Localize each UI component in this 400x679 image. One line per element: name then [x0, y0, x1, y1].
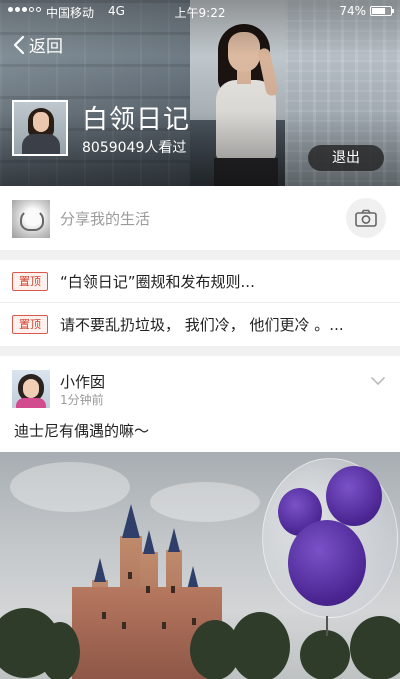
- group-avatar[interactable]: [12, 100, 68, 156]
- back-button[interactable]: 返回: [12, 32, 63, 57]
- share-placeholder[interactable]: 分享我的生活: [60, 208, 150, 229]
- pinned-post-row[interactable]: 置顶 “白领日记”圈规和发布规则...: [0, 260, 400, 303]
- chevron-down-icon[interactable]: [370, 376, 386, 386]
- camera-icon: [355, 209, 377, 227]
- battery-icon: [370, 6, 394, 16]
- share-composer[interactable]: 分享我的生活: [0, 186, 400, 250]
- post-author-name[interactable]: 小作囡: [60, 371, 105, 392]
- camera-button[interactable]: [346, 198, 386, 238]
- pinned-posts: 置顶 “白领日记”圈规和发布规则... 置顶 请不要乱扔垃圾， 我们冷， 他们更…: [0, 260, 400, 346]
- post-author-avatar[interactable]: [12, 370, 50, 408]
- quit-group-button[interactable]: 退出: [308, 145, 384, 171]
- post-photo[interactable]: [0, 452, 400, 679]
- post-timestamp: 1分钟前: [60, 393, 104, 407]
- pinned-post-title: “白领日记”圈规和发布规则...: [60, 273, 255, 291]
- chevron-left-icon: [13, 35, 25, 54]
- feed-post: 小作囡 1分钟前 迪士尼有偶遇的嘛～: [0, 356, 400, 679]
- my-avatar: [12, 200, 50, 238]
- group-view-count: 8059049人看过: [82, 140, 187, 156]
- pinned-post-title: 请不要乱扔垃圾， 我们冷， 他们更冷 。...: [60, 316, 344, 334]
- back-label: 返回: [29, 37, 63, 57]
- pinned-post-row[interactable]: 置顶 请不要乱扔垃圾， 我们冷， 他们更冷 。...: [0, 303, 400, 346]
- status-bar: 中国移动 4G 上午9:22 74%: [0, 0, 400, 22]
- pinned-badge: 置顶: [12, 272, 48, 291]
- post-content: 迪士尼有偶遇的嘛～: [14, 422, 150, 440]
- pinned-badge: 置顶: [12, 315, 48, 334]
- mickey-balloon: [262, 458, 398, 636]
- battery-percent: 74%: [339, 4, 366, 18]
- group-title: 白领日记: [82, 105, 191, 135]
